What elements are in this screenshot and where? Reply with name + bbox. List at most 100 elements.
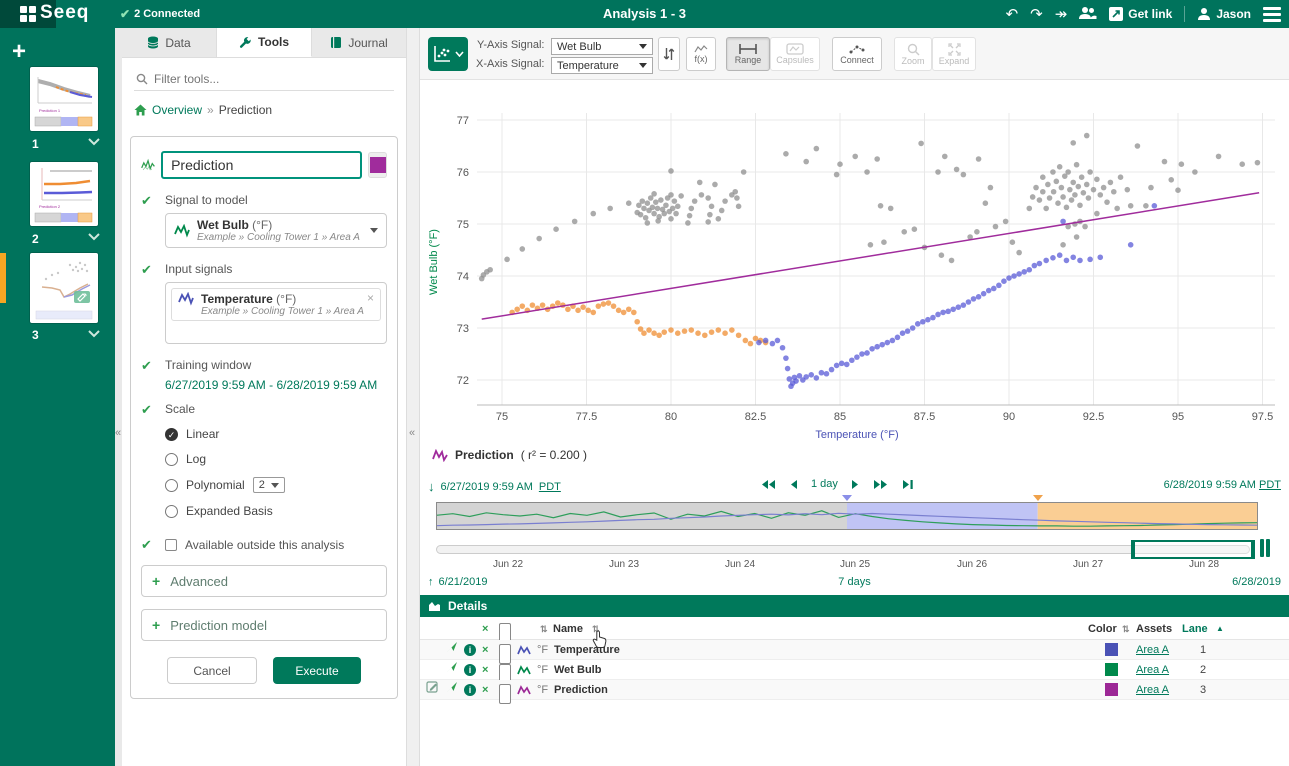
send-to-trend-icon[interactable] bbox=[446, 640, 458, 660]
timeline-strip[interactable] bbox=[436, 502, 1258, 530]
info-icon[interactable]: i bbox=[464, 684, 476, 696]
collapse-panel-icon[interactable]: « bbox=[409, 427, 415, 439]
worksheet-thumbnail-2[interactable]: Prediction 2 bbox=[30, 162, 98, 226]
zoom-button[interactable]: Zoom bbox=[894, 37, 932, 71]
row-name[interactable]: Prediction bbox=[554, 680, 608, 700]
timeline-range-selector[interactable] bbox=[1131, 540, 1255, 559]
range-start-arrow-icon[interactable]: ↓ bbox=[428, 479, 435, 494]
scatter-chart[interactable]: 7273747576777577.58082.58587.59092.59597… bbox=[425, 87, 1289, 445]
get-link-button[interactable]: Get link bbox=[1109, 7, 1172, 21]
available-outside-checkbox[interactable] bbox=[165, 539, 177, 551]
send-to-trend-icon[interactable] bbox=[446, 660, 458, 680]
step-forward-icon[interactable] bbox=[851, 479, 860, 490]
scatter-view-button[interactable] bbox=[428, 37, 468, 71]
home-icon[interactable] bbox=[134, 104, 147, 116]
legend-name[interactable]: Prediction bbox=[455, 448, 514, 462]
details-bar[interactable]: Details bbox=[420, 595, 1289, 617]
scale-option-linear[interactable]: ✓ Linear bbox=[165, 427, 387, 441]
remove-signal-icon[interactable]: × bbox=[367, 291, 374, 305]
investigate-duration[interactable]: 7 days bbox=[420, 576, 1289, 588]
step-back-icon[interactable] bbox=[789, 479, 798, 490]
row-asset-link[interactable]: Area A bbox=[1136, 640, 1169, 660]
edit-icon[interactable] bbox=[426, 680, 439, 700]
info-icon[interactable]: i bbox=[464, 644, 476, 656]
training-end[interactable]: 6/28/2019 9:59 AM bbox=[276, 378, 377, 392]
train-start-marker[interactable] bbox=[842, 495, 852, 501]
range-start-timezone[interactable]: PDT bbox=[539, 481, 561, 493]
tab-journal[interactable]: Journal bbox=[312, 28, 406, 57]
connect-button[interactable]: Connect bbox=[832, 37, 882, 71]
range-end-timezone[interactable]: PDT bbox=[1259, 479, 1281, 491]
swap-axes-button[interactable] bbox=[658, 37, 680, 71]
scale-option-log[interactable]: Log bbox=[165, 452, 387, 466]
users-icon[interactable] bbox=[1079, 6, 1097, 23]
advanced-expander[interactable]: + Advanced bbox=[141, 565, 387, 597]
train-split-marker[interactable] bbox=[1033, 495, 1043, 501]
investigate-end[interactable]: 6/28/2019 bbox=[1232, 576, 1281, 588]
row-name[interactable]: Wet Bulb bbox=[554, 660, 601, 680]
row-name[interactable]: Temperature bbox=[554, 640, 620, 660]
step-duration[interactable]: 1 day bbox=[811, 478, 838, 490]
row-asset-link[interactable]: Area A bbox=[1136, 660, 1169, 680]
filter-tools-input[interactable] bbox=[154, 72, 374, 86]
step-forward-much-icon[interactable] bbox=[873, 479, 889, 490]
collapse-rail-icon[interactable]: « bbox=[115, 427, 121, 439]
hamburger-menu-icon[interactable] bbox=[1263, 7, 1281, 22]
tab-tools[interactable]: Tools bbox=[217, 28, 312, 57]
function-button[interactable]: f(x) bbox=[686, 37, 716, 71]
worksheet-1-chevron-down-icon[interactable] bbox=[88, 135, 100, 149]
step-to-end-icon[interactable] bbox=[902, 479, 914, 490]
worksheet-thumbnail-1[interactable]: Prediction 1 bbox=[30, 67, 98, 131]
cancel-button[interactable]: Cancel bbox=[167, 657, 257, 684]
polynomial-degree-select[interactable]: 2 bbox=[253, 477, 285, 493]
send-to-trend-icon[interactable] bbox=[446, 680, 458, 700]
breadcrumb-overview[interactable]: Overview bbox=[152, 103, 202, 117]
table-row[interactable]: i × °F Temperature Area A 1 bbox=[420, 640, 1289, 660]
column-assets[interactable]: Assets bbox=[1136, 618, 1172, 640]
remove-icon[interactable]: × bbox=[482, 660, 488, 680]
sort-asc-icon[interactable]: ▲ bbox=[1216, 618, 1224, 640]
tab-data[interactable]: Data bbox=[122, 28, 217, 57]
sort-icon[interactable]: ⇅ bbox=[1122, 618, 1130, 640]
signal-to-model-dropdown[interactable]: Wet Bulb (°F) Example » Cooling Tower 1 … bbox=[165, 213, 387, 248]
range-start[interactable]: 6/27/2019 9:59 AM bbox=[441, 481, 533, 493]
add-worksheet-button[interactable]: + bbox=[12, 40, 26, 64]
worksheet-thumbnail-3[interactable] bbox=[30, 253, 98, 323]
column-color[interactable]: Color bbox=[1088, 618, 1117, 640]
row-checkbox[interactable] bbox=[499, 684, 511, 704]
remove-icon[interactable]: × bbox=[482, 680, 488, 700]
column-lane[interactable]: Lane bbox=[1182, 618, 1208, 640]
worksheet-3-chevron-down-icon[interactable] bbox=[88, 327, 100, 341]
user-menu[interactable]: Jason bbox=[1197, 7, 1251, 21]
table-row[interactable]: i × °F Wet Bulb Area A 2 bbox=[420, 660, 1289, 680]
redo-icon[interactable]: ↷ bbox=[1030, 7, 1043, 22]
redo-all-icon[interactable]: ↠ bbox=[1055, 7, 1068, 22]
row-color-swatch[interactable] bbox=[1105, 643, 1118, 656]
column-name[interactable]: Name bbox=[553, 618, 583, 640]
undo-icon[interactable]: ↶ bbox=[1006, 7, 1019, 22]
prediction-model-expander[interactable]: + Prediction model bbox=[141, 609, 387, 641]
worksheet-2-chevron-down-icon[interactable] bbox=[88, 230, 100, 244]
range-end[interactable]: 6/28/2019 9:59 AM bbox=[1164, 479, 1256, 491]
auto-update-icon[interactable] bbox=[1260, 539, 1270, 557]
row-color-swatch[interactable] bbox=[1105, 663, 1118, 676]
x-axis-signal-select[interactable]: Temperature bbox=[551, 57, 653, 74]
training-start[interactable]: 6/27/2019 9:59 AM bbox=[165, 378, 266, 392]
row-asset-link[interactable]: Area A bbox=[1136, 680, 1169, 700]
prediction-name-input[interactable] bbox=[161, 151, 362, 179]
capsules-button[interactable]: Capsules bbox=[770, 37, 820, 71]
scale-option-expanded-basis[interactable]: Expanded Basis bbox=[165, 504, 387, 518]
scale-option-polynomial[interactable]: Polynomial 2 bbox=[165, 477, 387, 493]
sort-icon[interactable]: ⇅ bbox=[540, 618, 548, 640]
step-back-much-icon[interactable] bbox=[760, 479, 776, 490]
range-button[interactable]: Range bbox=[726, 37, 770, 71]
row-color-swatch[interactable] bbox=[1105, 683, 1118, 696]
input-signals-box[interactable]: Temperature (°F) Example » Cooling Tower… bbox=[165, 282, 387, 344]
color-swatch-button[interactable] bbox=[368, 152, 387, 178]
execute-button[interactable]: Execute bbox=[273, 657, 361, 684]
info-icon[interactable]: i bbox=[464, 664, 476, 676]
timeline-scrollbar-track[interactable] bbox=[436, 545, 1250, 554]
remove-all-icon[interactable]: × bbox=[482, 618, 488, 640]
y-axis-signal-select[interactable]: Wet Bulb bbox=[551, 38, 653, 55]
table-row[interactable]: i × °F Prediction Area A 3 bbox=[420, 680, 1289, 700]
